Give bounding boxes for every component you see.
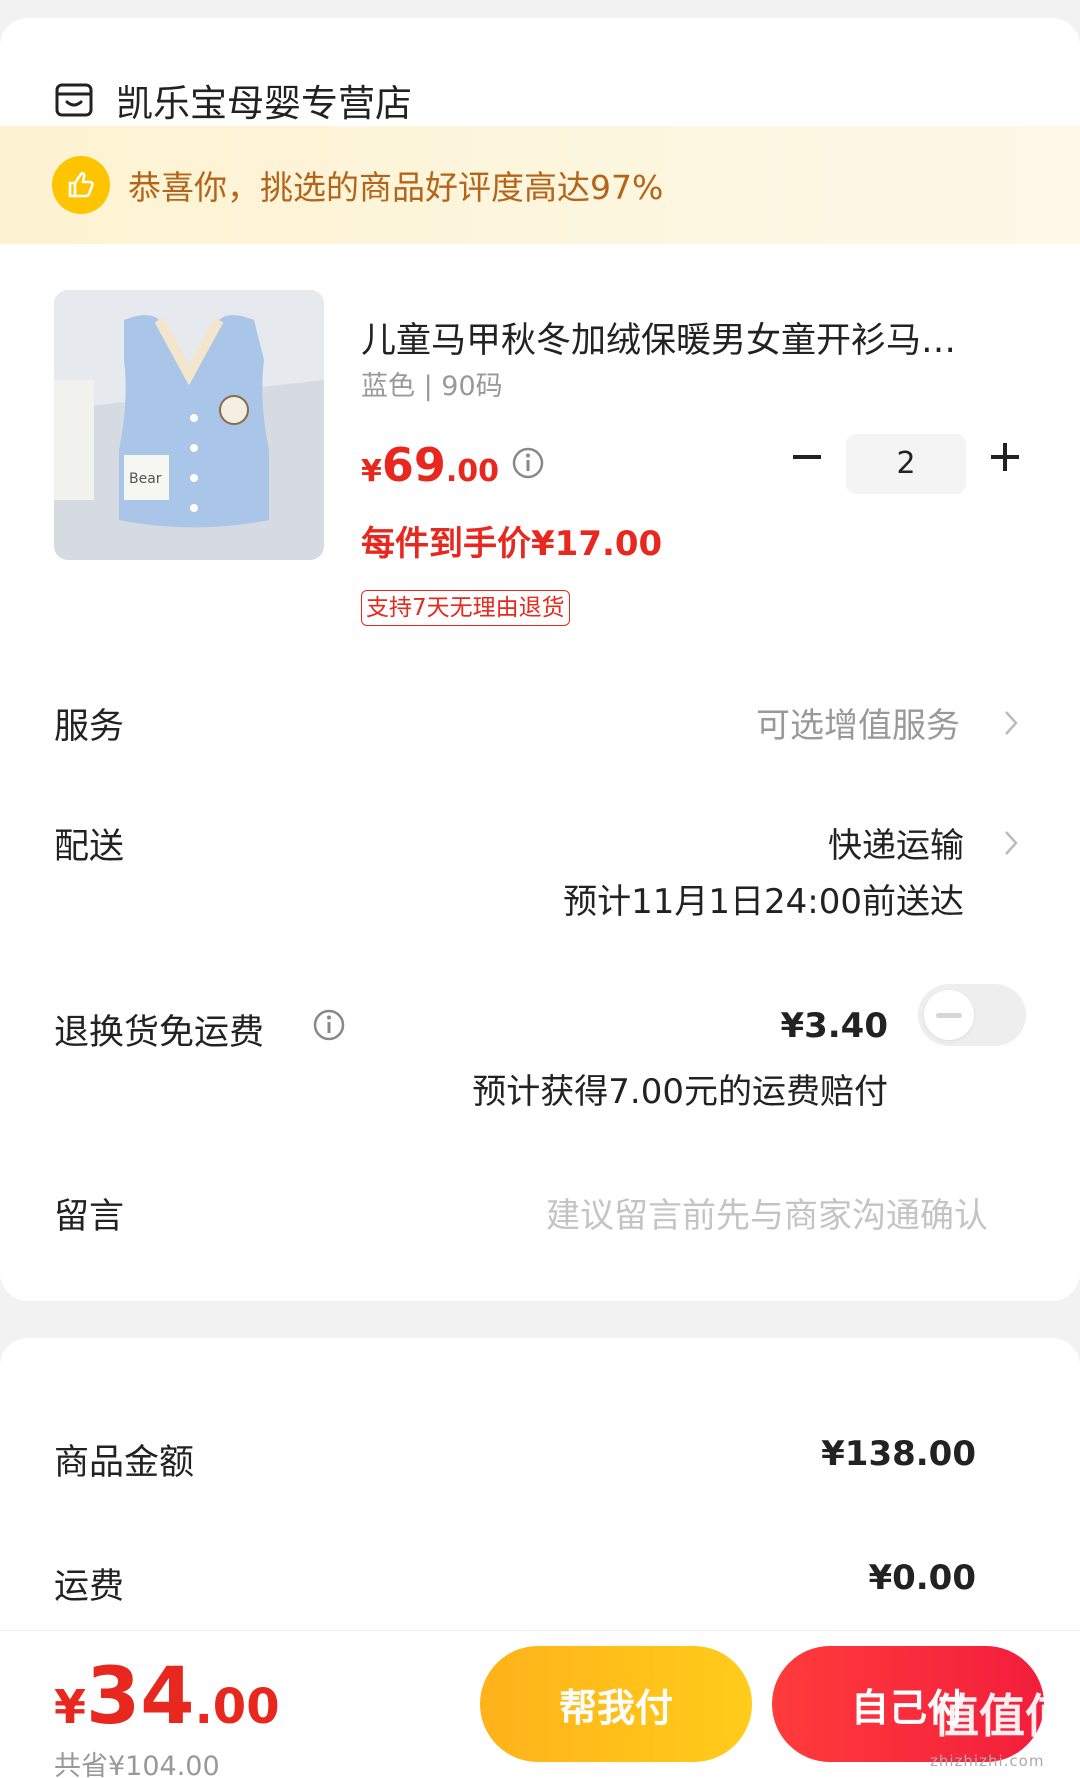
help-pay-button[interactable]: 帮我付 xyxy=(480,1646,752,1762)
message-label: 留言 xyxy=(54,1197,125,1237)
return-shipping-compensation: 预计获得7.00元的运费赔付 xyxy=(472,1072,888,1112)
order-confirm-page: 凯乐宝母婴专营店 恭喜你，挑选的商品好评度高达97% Bear 儿童马甲秋冬加绒… xyxy=(0,0,1080,1778)
return-shipping-toggle[interactable] xyxy=(918,984,1026,1046)
order-card: 凯乐宝母婴专营店 恭喜你，挑选的商品好评度高达97% Bear 儿童马甲秋冬加绒… xyxy=(0,18,1080,1301)
total-price: ¥ 34 .00 xyxy=(54,1652,280,1742)
store-icon xyxy=(55,83,93,117)
message-input[interactable]: 建议留言前先与商家沟通确认 xyxy=(546,1188,988,1237)
total-saved: 共省¥104.00 xyxy=(54,1751,220,1778)
service-label: 服务 xyxy=(54,707,125,747)
product-price: ¥ 69 .00 xyxy=(361,438,499,498)
store-name: 凯乐宝母婴专营店 xyxy=(116,82,412,125)
thumbs-up-icon xyxy=(52,156,110,214)
goods-amount-label: 商品金额 xyxy=(54,1443,195,1483)
product-title[interactable]: 儿童马甲秋冬加绒保暖男女童开衫马… xyxy=(361,312,1021,363)
product-spec[interactable]: 蓝色 | 90码 xyxy=(361,364,503,403)
delivery-estimate: 预计11月1日24:00前送达 xyxy=(563,882,964,922)
total-integer: 34 xyxy=(86,1652,195,1742)
price-decimal: .00 xyxy=(445,454,500,489)
watermark-url: zhizhizhi.com xyxy=(930,1752,1045,1770)
rating-banner: 恭喜你，挑选的商品好评度高达97% xyxy=(0,126,1080,244)
rating-banner-text: 恭喜你，挑选的商品好评度高达97% xyxy=(128,168,664,207)
product-image[interactable]: Bear xyxy=(54,290,324,560)
toggle-knob xyxy=(924,990,974,1040)
quantity-input[interactable]: 2 xyxy=(846,434,966,494)
price-currency: ¥ xyxy=(361,454,382,489)
freight-value: ¥0.00 xyxy=(868,1558,976,1598)
product-image-label: Bear xyxy=(129,471,162,487)
service-value[interactable]: 可选增值服务 xyxy=(756,698,960,747)
chevron-right-icon[interactable] xyxy=(1002,708,1020,738)
total-currency: ¥ xyxy=(54,1680,87,1734)
price-info-icon[interactable] xyxy=(511,446,545,480)
delivery-label: 配送 xyxy=(54,827,125,867)
total-decimal: .00 xyxy=(194,1679,280,1735)
per-item-price: 每件到手价¥17.00 xyxy=(361,524,663,564)
chevron-right-icon[interactable] xyxy=(1002,828,1020,858)
freight-label: 运费 xyxy=(54,1567,125,1607)
delivery-method[interactable]: 快递运输 xyxy=(828,818,964,867)
goods-amount-value: ¥138.00 xyxy=(821,1434,976,1474)
price-integer: 69 xyxy=(381,438,446,492)
quantity-plus-button[interactable] xyxy=(988,440,1022,474)
quantity-minus-button[interactable] xyxy=(790,440,824,474)
return-shipping-info-icon[interactable] xyxy=(312,1008,346,1042)
return-policy-badge: 支持7天无理由退货 xyxy=(361,590,570,626)
return-shipping-label: 退换货免运费 xyxy=(54,1013,265,1053)
return-shipping-price: ¥3.40 xyxy=(780,1006,888,1046)
